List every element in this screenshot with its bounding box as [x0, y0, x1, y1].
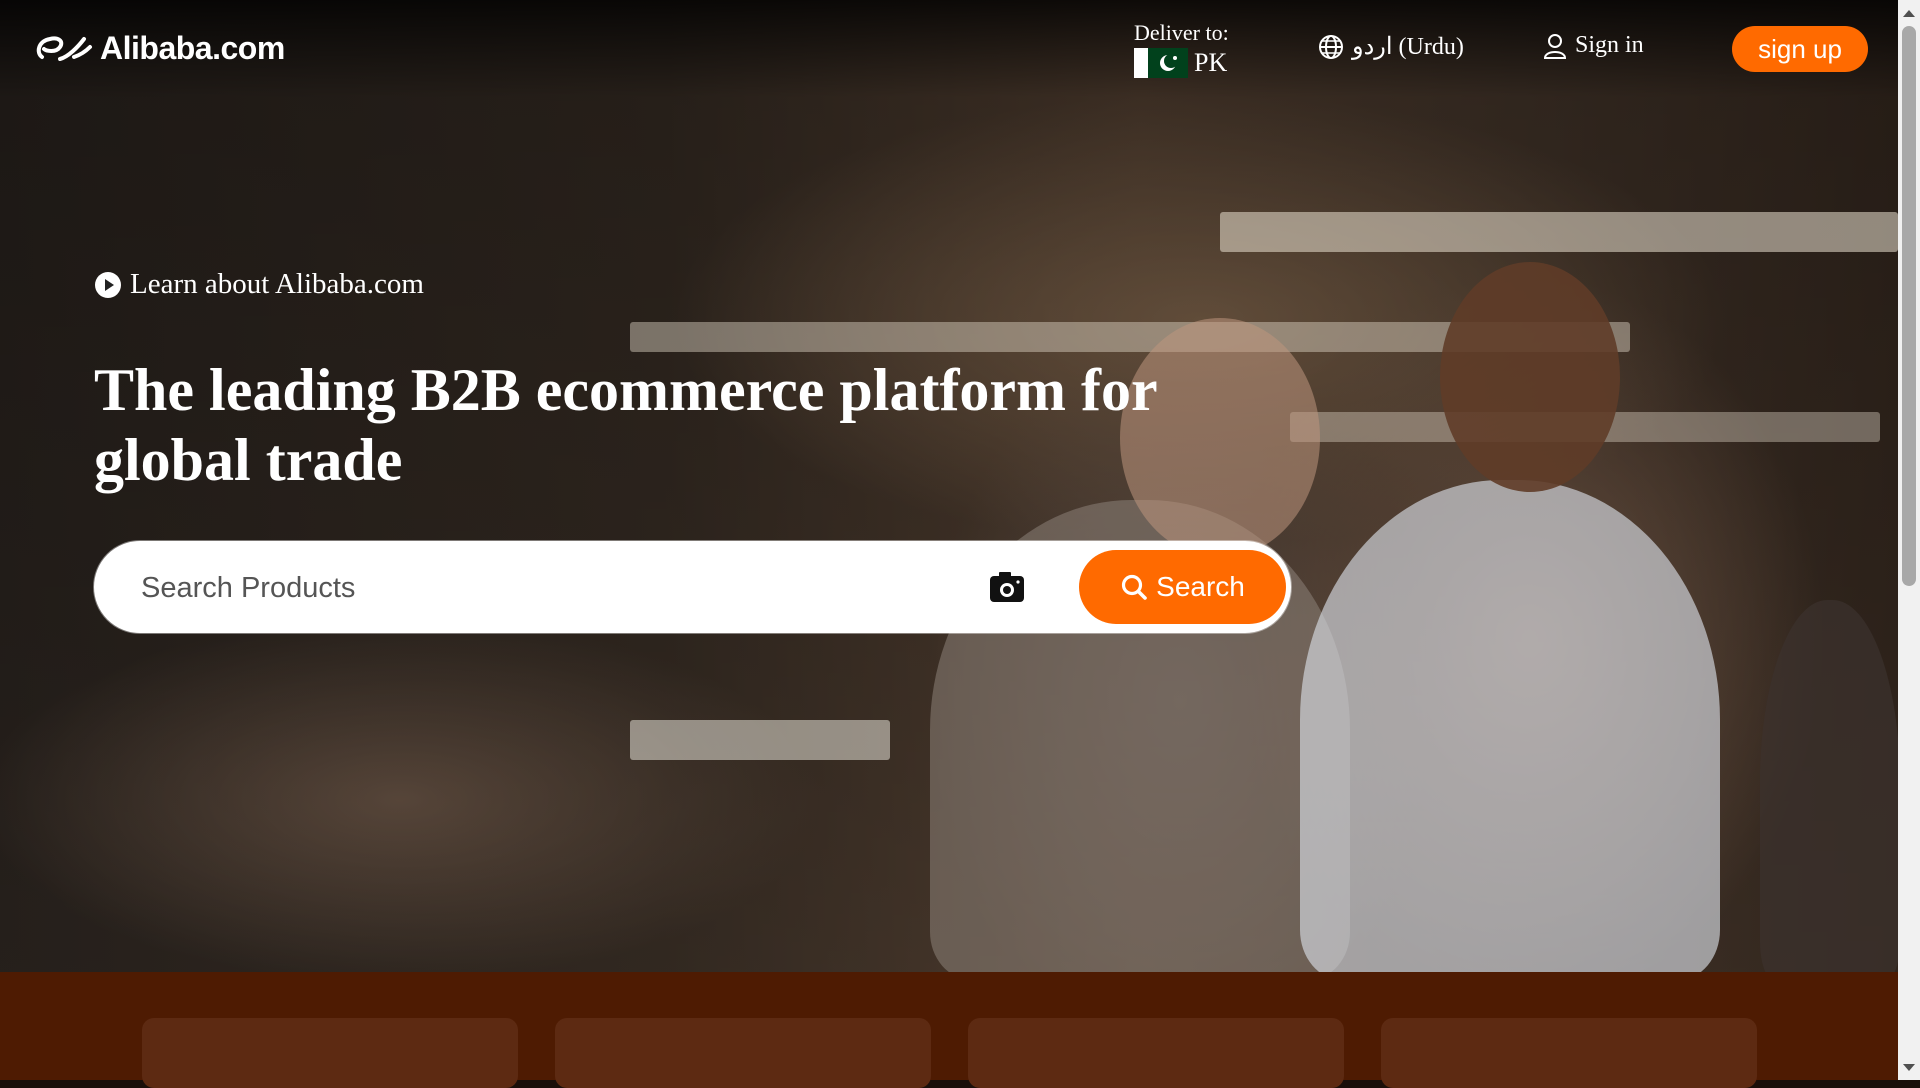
language-label: اردو (Urdu): [1352, 34, 1464, 60]
search-input[interactable]: [141, 564, 941, 612]
play-icon: [95, 271, 121, 298]
user-icon: [1543, 33, 1567, 59]
scroll-thumb[interactable]: [1902, 26, 1916, 586]
language-selector[interactable]: اردو (Urdu): [1318, 32, 1464, 61]
site-logo[interactable]: Alibaba.com: [34, 30, 285, 67]
deliver-to-selector[interactable]: Deliver to: PK: [1134, 20, 1229, 78]
alibaba-logo-icon: [36, 36, 92, 61]
signup-button[interactable]: sign up: [1732, 26, 1868, 72]
globe-icon: [1319, 34, 1343, 59]
pakistan-flag-icon: [1134, 48, 1188, 78]
scroll-up-arrow-icon[interactable]: [1903, 10, 1915, 17]
search-icon: [1122, 574, 1147, 600]
feature-card: [1381, 1018, 1757, 1088]
deliver-label: Deliver to:: [1134, 20, 1229, 45]
signin-link[interactable]: Sign in: [1543, 32, 1644, 59]
search-button-label: Search: [1156, 571, 1245, 602]
hero-headline: The leading B2B ecommerce platform for g…: [94, 357, 1157, 493]
feature-card: [142, 1018, 518, 1088]
feature-card: [555, 1018, 931, 1088]
camera-icon[interactable]: [987, 568, 1027, 608]
paper-roll: [630, 720, 890, 760]
person-head: [1440, 262, 1620, 492]
feature-card: [968, 1018, 1344, 1088]
person-silhouette: [1300, 480, 1720, 972]
vertical-scrollbar[interactable]: [1898, 0, 1920, 1080]
scroll-down-arrow-icon[interactable]: [1903, 1064, 1915, 1071]
deliver-country-row: PK: [1134, 48, 1229, 78]
ceiling-light: [1220, 212, 1898, 252]
learn-label: Learn about Alibaba.com: [130, 268, 424, 300]
search-bar: Search: [94, 541, 1291, 633]
deliver-country-code: PK: [1194, 48, 1228, 77]
search-button[interactable]: Search: [1079, 550, 1286, 624]
signin-label: Sign in: [1575, 32, 1644, 58]
learn-about-link[interactable]: Learn about Alibaba.com: [94, 268, 424, 301]
person-silhouette: [1760, 600, 1898, 972]
top-header: Alibaba.com Deliver to: PK اردو (Urdu) S…: [0, 0, 1898, 96]
logo-text: Alibaba.com: [100, 30, 285, 66]
